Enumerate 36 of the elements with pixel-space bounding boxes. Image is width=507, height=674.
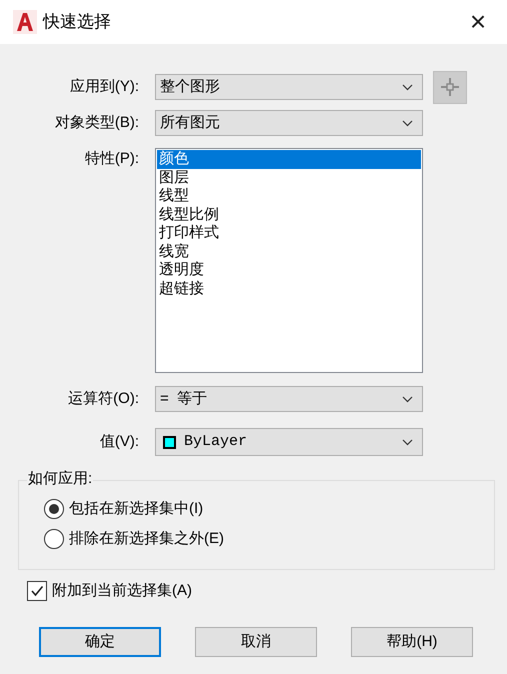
field-label: 运算符(O): <box>67 388 140 409</box>
checkbox-label: 附加到当前选择集(A) <box>52 580 192 601</box>
crosshair-icon <box>440 77 460 97</box>
property-list[interactable]: 颜色 图层 线型 线型比例 打印样式 线宽 透明度 超链接 <box>155 148 423 373</box>
list-item[interactable]: 透明度 <box>157 261 421 280</box>
checkmark-icon <box>30 584 44 598</box>
list-item[interactable]: 线宽 <box>157 242 421 261</box>
window-title: 快速选择 <box>43 11 111 34</box>
list-item[interactable]: 超链接 <box>157 280 421 298</box>
dialog-button[interactable]: 确定 <box>39 627 161 657</box>
field-label: 应用到(Y): <box>68 76 140 97</box>
dropdown[interactable]: ByLayer <box>155 428 423 456</box>
list-item[interactable]: 图层 <box>157 168 421 187</box>
radio-option[interactable]: 包括在新选择集中(I) <box>44 499 494 519</box>
field-label: 值(V): <box>98 432 140 452</box>
dialog-button[interactable]: 取消 <box>195 627 317 657</box>
radio-option[interactable]: 排除在新选择集之外(E) <box>44 529 494 549</box>
chevron-down-icon <box>402 120 413 126</box>
field-label: 特性(P): <box>84 149 140 169</box>
close-button[interactable]: × <box>461 5 495 39</box>
radio-button[interactable] <box>44 529 64 549</box>
list-item[interactable]: 线型比例 <box>157 206 421 224</box>
dialog-button[interactable]: 帮助(H) <box>351 627 473 657</box>
list-item[interactable]: 打印样式 <box>157 224 421 242</box>
dropdown[interactable]: 整个图形 <box>155 74 423 100</box>
radio-button[interactable] <box>44 499 64 519</box>
chevron-down-icon <box>402 438 413 446</box>
chevron-down-icon <box>402 396 413 402</box>
app-logo-icon <box>13 10 37 34</box>
list-item[interactable]: 线型 <box>157 187 421 206</box>
chevron-down-icon <box>402 84 413 90</box>
field-label: 对象类型(B): <box>54 112 140 133</box>
dropdown[interactable]: = 等于 <box>155 386 423 412</box>
list-item[interactable]: 颜色 <box>157 150 421 168</box>
dropdown[interactable]: 所有图元 <box>155 110 423 136</box>
checkbox[interactable] <box>27 581 47 601</box>
